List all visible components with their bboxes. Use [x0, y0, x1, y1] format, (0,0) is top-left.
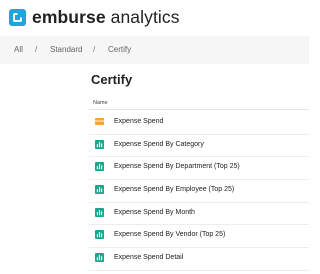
content-area: Certify Name Expense Spend Expense Spend…	[0, 64, 309, 274]
list-item[interactable]: Expense Spend By Month	[89, 203, 309, 226]
breadcrumb-all[interactable]: All	[14, 45, 23, 54]
list-item-label: Expense Spend By Department (Top 25)	[114, 163, 240, 171]
brand-name-bold: emburse	[32, 7, 106, 27]
list-item[interactable]: Expense Spend Detail	[89, 248, 309, 271]
bar-chart-icon	[95, 185, 104, 195]
brand-name-rest: analytics	[105, 7, 180, 27]
list-item-label: Expense Spend	[114, 118, 164, 125]
bar-chart-icon	[95, 162, 104, 172]
list-item-label: Expense Spend By Vendor (Top 25)	[114, 231, 226, 239]
brand-name[interactable]: emburse analytics	[32, 6, 180, 28]
page-title: Certify	[91, 72, 133, 87]
breadcrumb: All / Standard / Certify	[0, 36, 309, 64]
list-item-label: Expense Spend Detail	[114, 254, 184, 262]
bar-chart-icon	[95, 207, 104, 217]
list-item-label: Expense Spend By Category	[114, 140, 204, 148]
breadcrumb-separator: /	[93, 45, 96, 54]
bar-chart-icon	[95, 253, 104, 263]
list-item[interactable]: Expense Spend By Department (Top 25)	[89, 157, 309, 181]
list-item[interactable]: Expense Spend By Vendor (Top 25)	[89, 225, 309, 249]
header-divider	[89, 109, 309, 110]
bar-chart-icon	[95, 139, 104, 149]
dashboard-icon	[95, 118, 104, 125]
breadcrumb-standard[interactable]: Standard	[50, 45, 82, 54]
breadcrumb-certify[interactable]: Certify	[108, 45, 131, 54]
item-list: Expense Spend Expense Spend By Category …	[89, 112, 309, 271]
list-item[interactable]: Expense Spend By Employee (Top 25)	[89, 180, 309, 203]
list-item[interactable]: Expense Spend By Category	[89, 135, 309, 158]
emburse-logo-icon[interactable]	[9, 9, 26, 26]
bar-chart-icon	[95, 230, 104, 240]
top-bar: emburse analytics	[0, 0, 309, 36]
breadcrumb-separator: /	[35, 45, 38, 54]
column-header-name[interactable]: Name	[93, 100, 108, 106]
list-item-label: Expense Spend By Month	[114, 208, 195, 216]
list-item-label: Expense Spend By Employee (Top 25)	[114, 186, 235, 194]
list-item[interactable]: Expense Spend	[89, 112, 309, 135]
